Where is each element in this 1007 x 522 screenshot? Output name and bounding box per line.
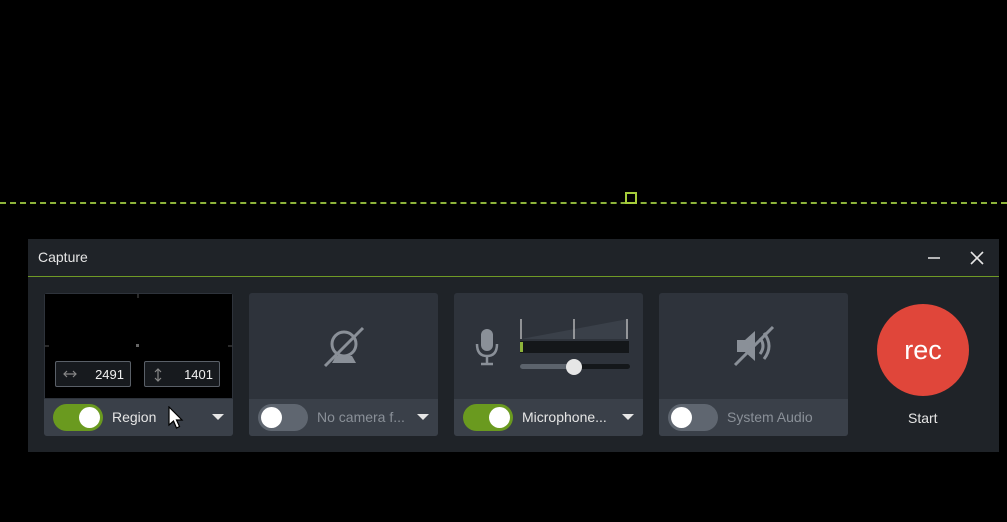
width-field[interactable]: 2491 (55, 361, 131, 387)
system-audio-card: System Audio (659, 293, 848, 436)
mouse-cursor-icon (168, 406, 184, 429)
microphone-controls: Microphone... (454, 399, 643, 436)
microphone-card: Microphone... (454, 293, 643, 436)
region-controls: Region (44, 399, 233, 436)
minimize-icon (928, 257, 940, 259)
minimize-button[interactable] (920, 245, 948, 271)
height-value: 1401 (184, 367, 213, 382)
microphone-icon (475, 329, 499, 366)
speaker-muted-icon (733, 325, 775, 367)
system-audio-label: System Audio (727, 409, 813, 425)
dropdown-caret-icon[interactable] (417, 414, 429, 420)
record-button-label: rec (904, 334, 942, 365)
system-audio-preview-area (659, 293, 848, 399)
dropdown-caret-icon[interactable] (212, 414, 224, 420)
toggle-knob (489, 407, 510, 428)
window-title: Capture (38, 249, 88, 265)
toggle-knob (261, 407, 282, 428)
record-button[interactable]: rec (877, 304, 969, 396)
height-arrow-icon (154, 368, 162, 382)
toggle-knob (79, 407, 100, 428)
width-arrow-icon (63, 370, 77, 378)
region-label: Region (112, 409, 157, 425)
microphone-toggle[interactable] (463, 404, 513, 431)
close-icon (970, 251, 984, 265)
height-field[interactable]: 1401 (144, 361, 220, 387)
system-audio-controls: System Audio (659, 399, 848, 436)
camera-toggle[interactable] (258, 404, 308, 431)
toggle-knob (671, 407, 692, 428)
start-label: Start (908, 410, 938, 426)
region-card: 2491 1401 Region (44, 293, 233, 436)
volume-slider-thumb[interactable] (566, 359, 582, 375)
system-audio-toggle[interactable] (668, 404, 718, 431)
camera-card: No camera f... (249, 293, 438, 436)
capture-panel: Capture 2491 1401 Region No camera f... … (28, 239, 999, 452)
microphone-preview-area (454, 293, 643, 399)
camera-preview-area (249, 293, 438, 399)
region-resize-handle[interactable] (625, 192, 637, 204)
microphone-label: Microphone... (522, 409, 607, 425)
capture-region-border (0, 202, 1007, 204)
camera-controls: No camera f... (249, 399, 438, 436)
volume-slider[interactable] (520, 359, 630, 375)
close-button[interactable] (963, 245, 991, 271)
camera-label: No camera f... (317, 409, 405, 425)
camera-off-icon (323, 326, 365, 368)
dropdown-caret-icon[interactable] (622, 414, 634, 420)
region-preview-area: 2491 1401 (44, 293, 233, 399)
width-value: 2491 (95, 367, 124, 382)
title-bar[interactable]: Capture (28, 239, 999, 277)
region-toggle[interactable] (53, 404, 103, 431)
